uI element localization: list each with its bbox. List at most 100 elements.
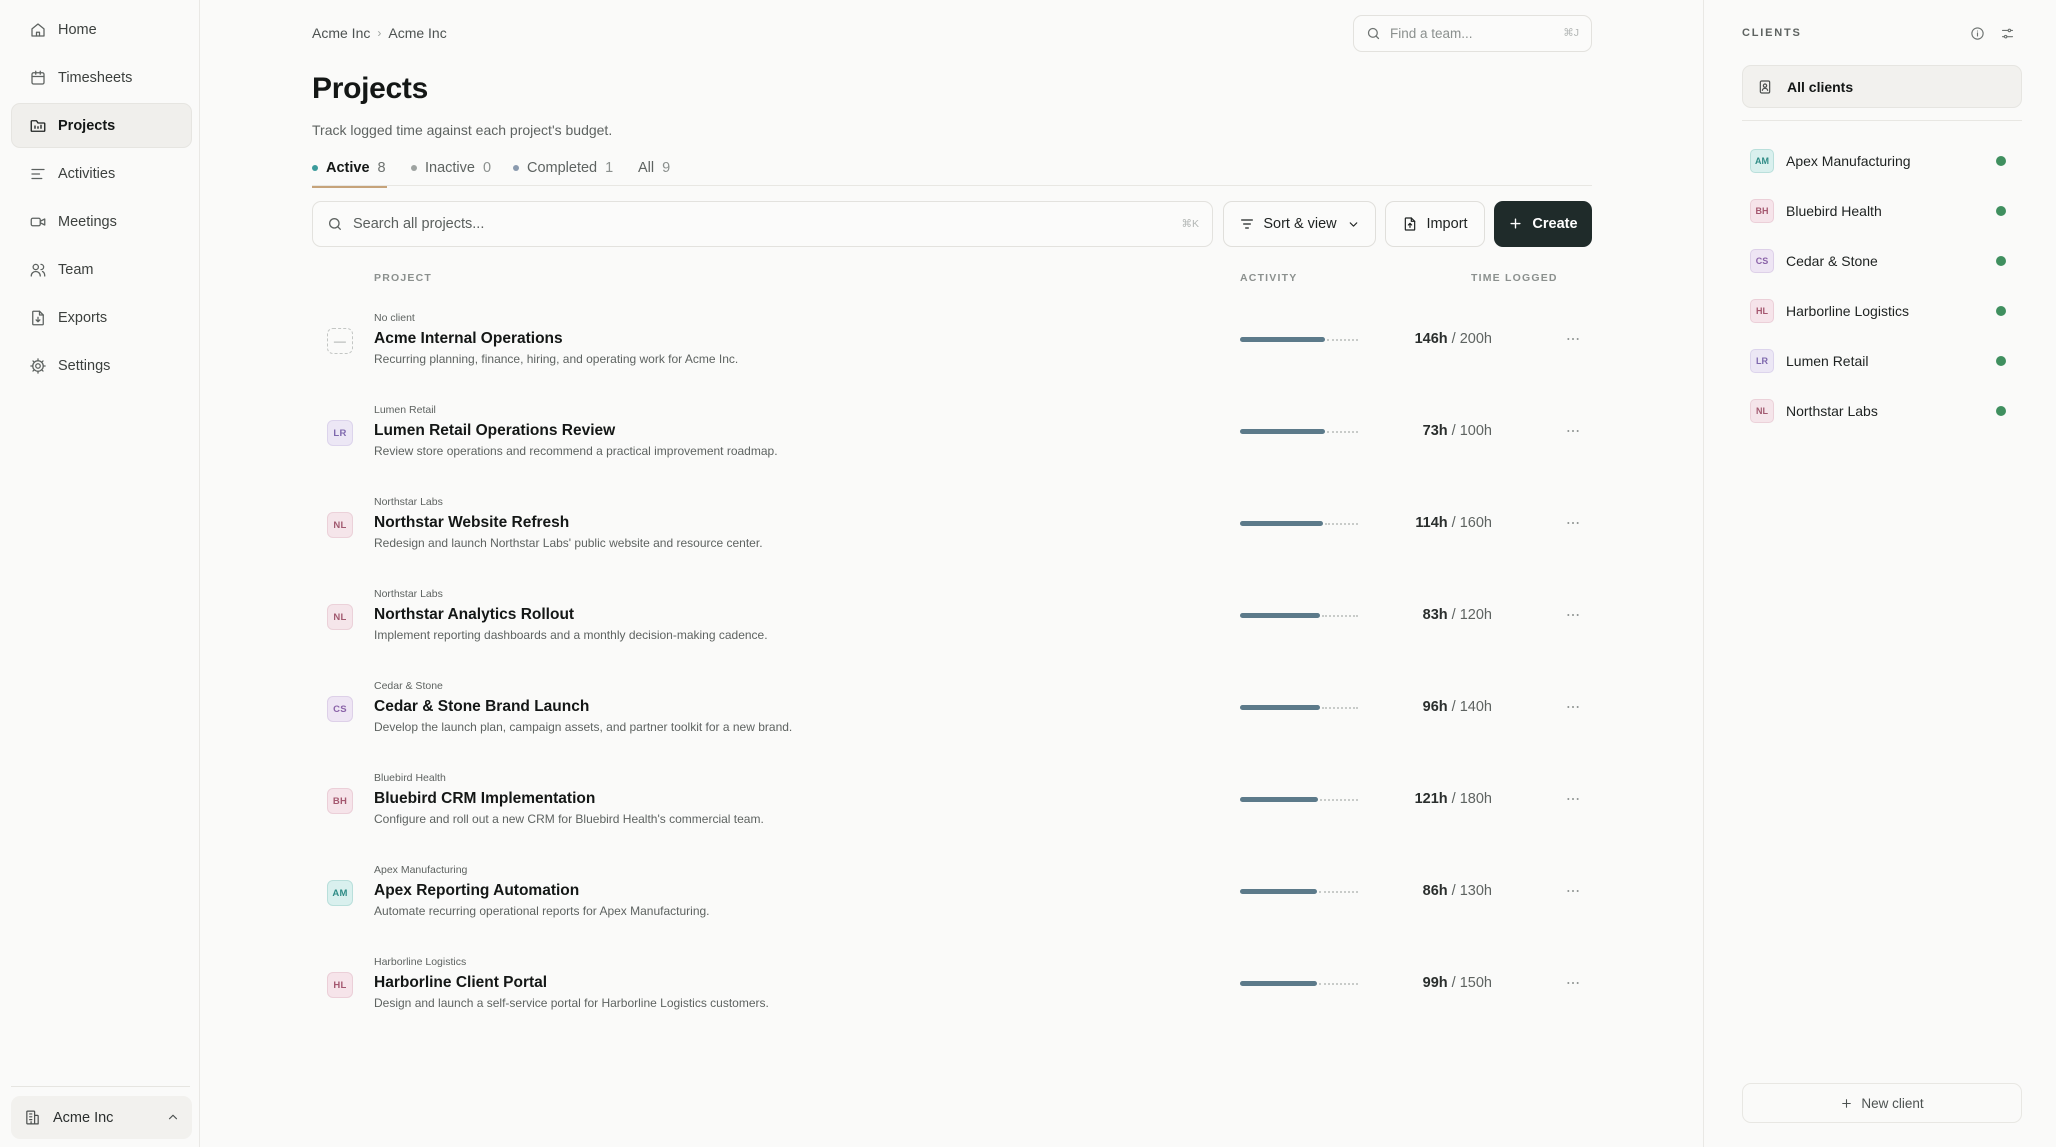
client-item[interactable]: HL Harborline Logistics	[1742, 286, 2022, 336]
time-logged: 96h / 140h	[1423, 699, 1492, 715]
project-description: Recurring planning, finance, hiring, and…	[374, 352, 739, 366]
sidebar-item-settings[interactable]: Settings	[11, 343, 192, 388]
clients-panel-title: CLIENTS	[1742, 27, 1802, 39]
workspace-switcher[interactable]: Acme Inc	[11, 1096, 192, 1139]
file-import-icon	[1402, 216, 1418, 232]
project-row[interactable]: LR Lumen Retail Lumen Retail Operations …	[312, 390, 1592, 482]
project-name[interactable]: Northstar Analytics Rollout	[374, 606, 574, 624]
project-row[interactable]: CS Cedar & Stone Cedar & Stone Brand Lau…	[312, 666, 1592, 758]
file-export-icon	[29, 309, 47, 327]
breadcrumb-item-current[interactable]: Acme Inc	[388, 25, 446, 41]
more-options-icon[interactable]	[1562, 973, 1584, 993]
client-item[interactable]: AM Apex Manufacturing	[1742, 136, 2022, 186]
tab-dot	[411, 165, 417, 171]
sort-view-button[interactable]: Sort & view	[1223, 201, 1376, 247]
tab-completed[interactable]: Completed 1	[513, 150, 613, 186]
status-dot	[1996, 206, 2006, 216]
tab-inactive[interactable]: Inactive 0	[411, 150, 491, 186]
client-avatar: NL	[327, 512, 353, 538]
more-options-icon[interactable]	[1562, 697, 1584, 717]
tab-label: Completed	[527, 160, 598, 176]
more-options-icon[interactable]	[1562, 329, 1584, 349]
toolbar: Search all projects... ⌘K Sort & view Im…	[312, 201, 1592, 247]
client-name: Lumen Retail	[1786, 353, 1869, 369]
time-logged: 86h / 130h	[1423, 883, 1492, 899]
sidebar-item-meetings[interactable]: Meetings	[11, 199, 192, 244]
sidebar-item-label: Team	[58, 261, 94, 278]
activity-bar-remaining	[1320, 799, 1358, 801]
more-options-icon[interactable]	[1562, 513, 1584, 533]
activity-bar	[1240, 337, 1358, 343]
client-item[interactable]: CS Cedar & Stone	[1742, 236, 2022, 286]
tab-all[interactable]: All 9	[638, 150, 670, 186]
tab-dot	[513, 165, 519, 171]
project-row[interactable]: BH Bluebird Health Bluebird CRM Implemen…	[312, 758, 1592, 850]
time-logged: 73h / 100h	[1423, 423, 1492, 439]
project-row[interactable]: — No client Acme Internal Operations Rec…	[312, 298, 1592, 390]
project-name[interactable]: Apex Reporting Automation	[374, 882, 579, 900]
project-name[interactable]: Lumen Retail Operations Review	[374, 422, 615, 440]
sidebar-item-label: Settings	[58, 357, 111, 374]
chevron-up-icon	[166, 1110, 180, 1124]
team-search-input[interactable]: Find a team... ⌘J	[1353, 15, 1592, 52]
activity-bar-remaining	[1322, 707, 1358, 709]
project-search-input[interactable]: Search all projects... ⌘K	[312, 201, 1213, 247]
tab-dot	[312, 165, 318, 171]
client-avatar: NL	[1750, 399, 1774, 423]
folder-icon	[29, 117, 47, 135]
project-name[interactable]: Acme Internal Operations	[374, 330, 563, 348]
project-row[interactable]: AM Apex Manufacturing Apex Reporting Aut…	[312, 850, 1592, 942]
tab-count: 0	[482, 160, 492, 176]
project-client: Northstar Labs	[374, 588, 443, 600]
all-clients-item[interactable]: All clients	[1742, 65, 2022, 108]
time-budget: / 120h	[1451, 607, 1492, 623]
create-button[interactable]: Create	[1494, 201, 1592, 247]
chevron-down-icon	[1347, 218, 1360, 231]
tab-label: All	[638, 160, 655, 176]
project-name[interactable]: Northstar Website Refresh	[374, 514, 569, 532]
sidebar-item-projects[interactable]: Projects	[11, 103, 192, 148]
import-label: Import	[1426, 216, 1468, 232]
more-options-icon[interactable]	[1562, 881, 1584, 901]
activity-bar	[1240, 705, 1358, 711]
client-avatar: CS	[1750, 249, 1774, 273]
sort-view-label: Sort & view	[1263, 216, 1337, 232]
info-icon[interactable]	[1970, 26, 1985, 41]
tab-count: 1	[605, 160, 614, 176]
client-item[interactable]: LR Lumen Retail	[1742, 336, 2022, 386]
sidebar-item-activities[interactable]: Activities	[11, 151, 192, 196]
project-row[interactable]: NL Northstar Labs Northstar Analytics Ro…	[312, 574, 1592, 666]
client-item[interactable]: NL Northstar Labs	[1742, 386, 2022, 436]
more-options-icon[interactable]	[1562, 605, 1584, 625]
activity-bar	[1240, 429, 1358, 435]
activity-bar-remaining	[1319, 983, 1358, 985]
time-logged-value: 114h	[1415, 515, 1448, 531]
new-client-button[interactable]: New client	[1742, 1083, 2022, 1123]
project-name[interactable]: Harborline Client Portal	[374, 974, 547, 992]
sidebar-item-home[interactable]: Home	[11, 7, 192, 52]
breadcrumb-item[interactable]: Acme Inc	[312, 25, 370, 41]
more-options-icon[interactable]	[1562, 789, 1584, 809]
sidebar-item-timesheets[interactable]: Timesheets	[11, 55, 192, 100]
sidebar-item-team[interactable]: Team	[11, 247, 192, 292]
activity-bar-remaining	[1319, 891, 1358, 893]
status-tabs: Active 8 Inactive 0 Completed 1 All 9	[312, 150, 1592, 188]
project-name[interactable]: Bluebird CRM Implementation	[374, 790, 595, 808]
client-avatar: LR	[327, 420, 353, 446]
project-client: Lumen Retail	[374, 404, 436, 416]
client-avatar: CS	[327, 696, 353, 722]
time-logged-value: 146h	[1414, 331, 1448, 347]
client-item[interactable]: BH Bluebird Health	[1742, 186, 2022, 236]
import-button[interactable]: Import	[1385, 201, 1485, 247]
project-name[interactable]: Cedar & Stone Brand Launch	[374, 698, 589, 716]
project-description: Redesign and launch Northstar Labs' publ…	[374, 536, 763, 550]
client-name: Cedar & Stone	[1786, 253, 1878, 269]
project-row[interactable]: NL Northstar Labs Northstar Website Refr…	[312, 482, 1592, 574]
sidebar-item-exports[interactable]: Exports	[11, 295, 192, 340]
tab-active[interactable]: Active 8	[312, 150, 387, 188]
more-options-icon[interactable]	[1562, 421, 1584, 441]
sliders-icon[interactable]	[2000, 26, 2015, 41]
client-list: AM Apex Manufacturing BH Bluebird Health…	[1742, 136, 2022, 436]
project-row[interactable]: HL Harborline Logistics Harborline Clien…	[312, 942, 1592, 1034]
activity-bar	[1240, 613, 1358, 619]
